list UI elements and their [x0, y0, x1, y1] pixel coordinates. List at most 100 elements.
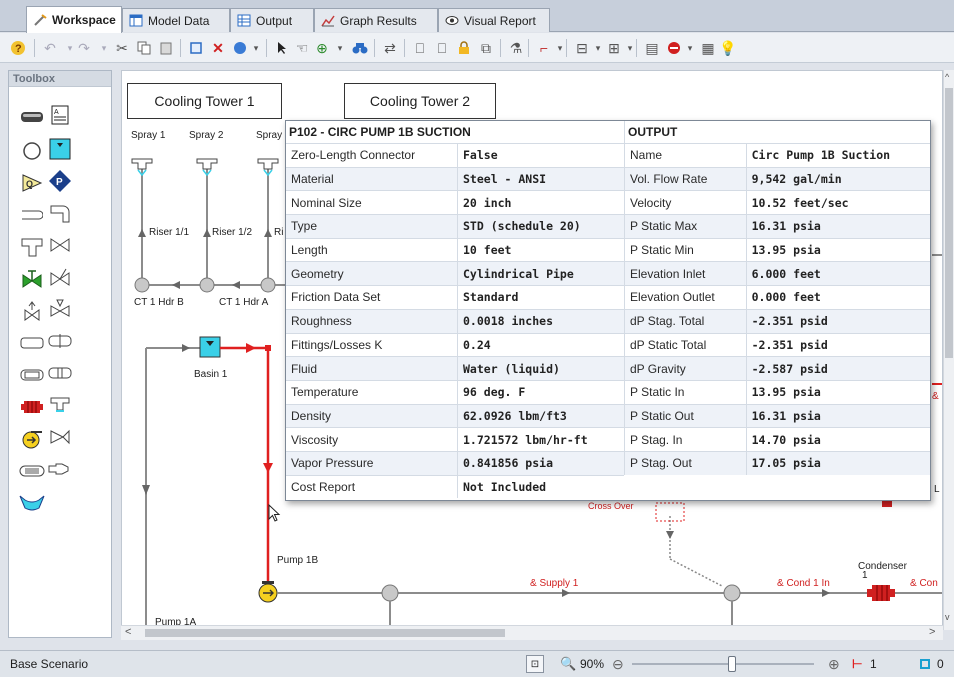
tab-graph-results[interactable]: Graph Results	[314, 8, 438, 32]
fit-to-window-icon[interactable]: ⊡	[526, 655, 544, 673]
size-dropdown-icon[interactable]: ▾	[620, 38, 640, 58]
heat-exchanger-tool-icon[interactable]	[19, 395, 45, 419]
undo-icon[interactable]: ↶	[40, 38, 60, 58]
spray-tool-icon[interactable]	[47, 393, 73, 417]
reverse-direction-icon[interactable]: ⇄	[380, 38, 400, 58]
control-valve-tool-icon[interactable]	[19, 267, 45, 291]
bend-tool-icon[interactable]	[47, 201, 73, 225]
copy-icon[interactable]	[134, 38, 154, 58]
arrow-pointer-icon[interactable]	[272, 38, 292, 58]
vertical-scrollbar-thumb[interactable]	[945, 88, 953, 358]
branch-junction[interactable]	[199, 277, 215, 293]
zoom-slider-thumb[interactable]	[728, 656, 737, 672]
pipe-count: 1	[870, 657, 877, 671]
group-icon[interactable]: ⧉	[476, 38, 496, 58]
scroll-right-icon[interactable]: >	[929, 626, 935, 638]
branch-junction[interactable]	[260, 277, 276, 293]
valve-tool-icon[interactable]	[47, 233, 73, 257]
cut-icon[interactable]: ✂	[112, 38, 132, 58]
globe-dropdown-icon[interactable]: ▾	[246, 38, 266, 58]
dead-end-tool-icon[interactable]	[19, 203, 45, 227]
mouse-cursor-icon	[268, 504, 281, 522]
eye-icon	[445, 14, 459, 27]
delete-icon[interactable]: ✕	[208, 38, 228, 58]
redo-dropdown-icon[interactable]: ▾	[94, 38, 114, 58]
volume-balance-tool-icon[interactable]	[19, 491, 45, 515]
align-top-icon[interactable]: ⎕	[432, 38, 452, 58]
paste-icon[interactable]	[156, 38, 176, 58]
special-icon[interactable]: ⚗	[506, 38, 526, 58]
property-value: 16.31 psia	[751, 219, 821, 234]
nozzle-tool-icon[interactable]	[47, 457, 73, 481]
pipe-draw-dropdown-icon[interactable]: ▾	[550, 38, 570, 58]
branch-junction[interactable]	[381, 584, 399, 602]
cooling-tower-2-label[interactable]: Cooling Tower 2	[344, 83, 496, 119]
cooling-tower-1-label[interactable]: Cooling Tower 1	[127, 83, 282, 119]
zoom-in-icon[interactable]: ⊕	[312, 38, 332, 58]
relief-valve-tool-icon[interactable]	[19, 299, 45, 323]
tee-tool-icon[interactable]	[19, 235, 45, 259]
scenario-label: Base Scenario	[10, 657, 89, 671]
orifice-tool-icon[interactable]	[47, 329, 73, 353]
scroll-up-icon[interactable]: ^	[945, 72, 949, 82]
property-name: Cost Report	[286, 475, 458, 499]
property-value: Not Included	[463, 479, 547, 494]
filter-tool-icon[interactable]	[19, 459, 45, 483]
branch-junction[interactable]	[723, 584, 741, 602]
tab-workspace[interactable]: Workspace	[26, 6, 122, 33]
spray-discharge-tool-icon[interactable]	[19, 363, 45, 387]
pump-tool-icon[interactable]	[19, 427, 45, 451]
assigned-pressure-tool-icon[interactable]: P	[47, 169, 73, 193]
general-component-tool-icon[interactable]	[47, 425, 73, 449]
area-change-tool-icon[interactable]	[19, 331, 45, 355]
screen-tool-icon[interactable]	[47, 361, 73, 385]
property-name: Temperature	[286, 380, 458, 404]
horizontal-scrollbar-thumb[interactable]	[145, 629, 505, 637]
tab-model-data[interactable]: Model Data	[122, 8, 230, 32]
zoom-out-icon[interactable]: ⊖	[612, 656, 624, 673]
vertical-scrollbar[interactable]: ^ v	[943, 70, 954, 630]
spray-nozzle-icon[interactable]	[257, 158, 279, 170]
pan-hand-icon[interactable]: ☜	[292, 38, 312, 58]
report-icon[interactable]: ▤	[642, 38, 662, 58]
property-value: 13.95 psia	[751, 243, 821, 258]
property-name: Nominal Size	[286, 191, 458, 215]
tab-visual-report[interactable]: Visual Report	[438, 8, 550, 32]
find-icon[interactable]	[350, 38, 370, 58]
tab-label: Workspace	[52, 13, 116, 27]
zoom-in-status-icon[interactable]: ⊕	[828, 656, 840, 673]
ct1-hdr-b-label: CT 1 Hdr B	[134, 297, 184, 308]
property-row: Friction Data Set Standard	[286, 285, 624, 309]
calculator-icon[interactable]: ▦	[698, 38, 718, 58]
scroll-left-icon[interactable]: <	[125, 626, 131, 638]
basin-reservoir-icon[interactable]	[199, 336, 221, 358]
zoom-dropdown-icon[interactable]: ▾	[330, 38, 350, 58]
stop-dropdown-icon[interactable]: ▾	[680, 38, 700, 58]
check-valve-tool-icon[interactable]	[47, 265, 73, 289]
tab-output[interactable]: Output	[230, 8, 314, 32]
zoom-slider[interactable]	[632, 656, 814, 672]
property-name: Friction Data Set	[286, 286, 458, 309]
align-left-icon[interactable]: ⎕	[410, 38, 430, 58]
redo-icon[interactable]: ↷	[74, 38, 94, 58]
help-icon[interactable]: ?	[8, 38, 28, 58]
property-row: P Static Max 16.31 psia	[625, 214, 930, 238]
select-icon[interactable]	[186, 38, 206, 58]
lightbulb-icon[interactable]: 💡	[718, 38, 738, 58]
annotation-tool-icon[interactable]: A	[47, 103, 73, 127]
three-way-valve-tool-icon[interactable]	[47, 297, 73, 321]
reservoir-tool-icon[interactable]	[47, 137, 73, 161]
branch-tool-icon[interactable]	[19, 139, 45, 163]
branch-junction[interactable]	[134, 277, 150, 293]
crossover-valve[interactable]	[655, 502, 685, 522]
assigned-flow-tool-icon[interactable]: Q	[19, 171, 45, 195]
output-table: Name Circ Pump 1B Suction Vol. Flow Rate 9,…	[625, 143, 930, 475]
ct1-hdr-a-label: CT 1 Hdr A	[219, 297, 269, 308]
scroll-down-icon[interactable]: v	[945, 612, 950, 622]
spray-3-label: Spray	[256, 130, 283, 141]
spray-nozzle-icon[interactable]	[131, 158, 153, 170]
lock-icon[interactable]	[454, 38, 474, 58]
horizontal-scrollbar[interactable]: < >	[121, 625, 943, 640]
pipe-tool-icon[interactable]	[19, 105, 45, 129]
spray-nozzle-icon[interactable]	[196, 158, 218, 170]
